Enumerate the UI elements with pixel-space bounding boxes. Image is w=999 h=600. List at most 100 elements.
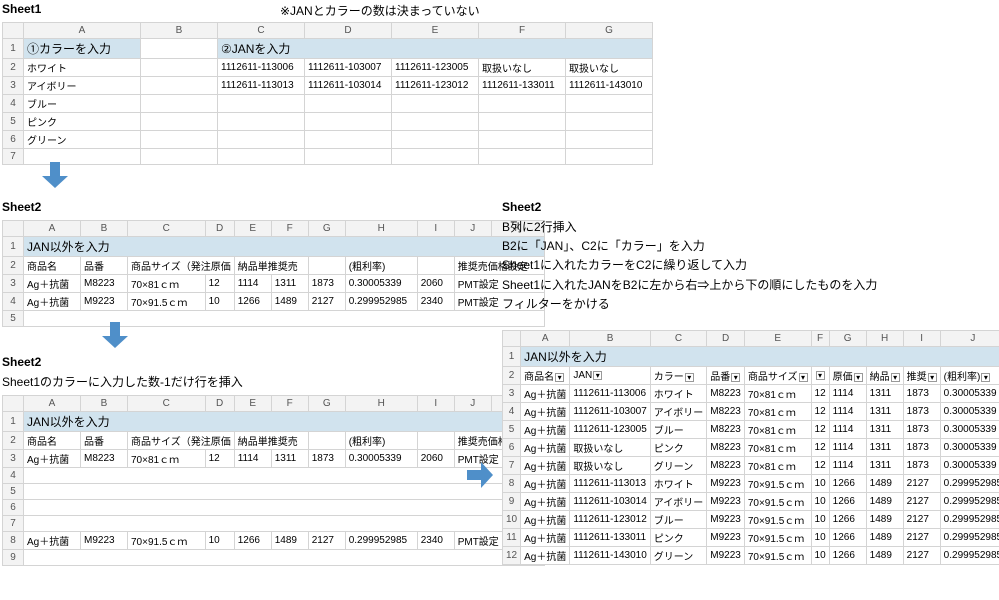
cell[interactable]: ホワイト [650, 475, 707, 493]
cell[interactable]: 12 [811, 385, 829, 403]
filter-header[interactable]: 商品サイズ▾ [744, 367, 811, 385]
cell[interactable]: 取扱いなし [570, 457, 650, 475]
cell[interactable]: 1266 [829, 475, 866, 493]
cell[interactable]: 2127 [903, 511, 940, 529]
cell[interactable]: 10 [811, 475, 829, 493]
cell[interactable]: 70×91.5ｃｍ [744, 547, 811, 565]
s1-h2[interactable]: ②JANを入力 [218, 39, 653, 59]
col-F[interactable]: F [479, 23, 566, 39]
cell[interactable]: 1311 [866, 439, 903, 457]
cell[interactable]: 2127 [903, 547, 940, 565]
cell[interactable]: 1114 [829, 439, 866, 457]
cell[interactable]: 0.30005339 [940, 457, 999, 475]
cell[interactable]: M8223 [707, 457, 745, 475]
cell[interactable]: 1311 [866, 403, 903, 421]
cell[interactable]: 2127 [903, 475, 940, 493]
cell[interactable]: M8223 [707, 385, 745, 403]
cell[interactable]: 70×91.5ｃｍ [744, 511, 811, 529]
cell[interactable]: 1311 [866, 457, 903, 475]
cell[interactable]: 0.299952985 [940, 511, 999, 529]
cell[interactable]: 1266 [829, 511, 866, 529]
cell[interactable]: 0.30005339 [940, 403, 999, 421]
cell[interactable]: 12 [811, 457, 829, 475]
cell[interactable]: 1112611-123012 [570, 511, 650, 529]
cell[interactable]: 70×81ｃｍ [744, 457, 811, 475]
cell[interactable]: 70×81ｃｍ [744, 421, 811, 439]
cell[interactable]: 70×81ｃｍ [744, 439, 811, 457]
cell[interactable]: 2127 [903, 529, 940, 547]
cell[interactable]: 1873 [903, 457, 940, 475]
cell[interactable]: ホワイト [24, 59, 141, 77]
cell[interactable]: 取扱いなし [570, 439, 650, 457]
cell[interactable]: M8223 [707, 403, 745, 421]
cell[interactable]: 10 [811, 511, 829, 529]
cell[interactable]: ブルー [650, 421, 707, 439]
cell[interactable]: 70×91.5ｃｍ [744, 529, 811, 547]
filter-header[interactable]: 商品名▾ [521, 367, 570, 385]
filter-icon[interactable]: ▾ [731, 373, 740, 382]
cell[interactable]: 2127 [903, 493, 940, 511]
filter-header[interactable]: (粗利率)▾ [940, 367, 999, 385]
cell[interactable]: グリーン [650, 547, 707, 565]
cell[interactable]: Ag＋抗菌 [521, 439, 570, 457]
filter-header[interactable]: 原価▾ [829, 367, 866, 385]
cell[interactable]: ピンク [650, 529, 707, 547]
cell[interactable]: 70×91.5ｃｍ [744, 493, 811, 511]
cell[interactable]: 0.30005339 [940, 421, 999, 439]
cell[interactable]: 0.299952985 [940, 493, 999, 511]
cell[interactable]: アイボリー [650, 493, 707, 511]
filter-icon[interactable]: ▾ [891, 373, 900, 382]
cell[interactable]: 1873 [903, 403, 940, 421]
cell[interactable]: ホワイト [650, 385, 707, 403]
cell[interactable]: 1112611-113013 [570, 475, 650, 493]
filter-header[interactable]: 品番▾ [707, 367, 745, 385]
cell[interactable]: 1114 [829, 385, 866, 403]
cell[interactable]: 12 [811, 421, 829, 439]
col-G[interactable]: G [566, 23, 653, 39]
col-A[interactable]: A [24, 23, 141, 39]
filter-icon[interactable]: ▾ [928, 373, 937, 382]
col-B[interactable]: B [141, 23, 218, 39]
cell[interactable]: Ag＋抗菌 [521, 529, 570, 547]
cell[interactable]: ブルー [650, 511, 707, 529]
cell[interactable]: 1489 [866, 493, 903, 511]
cell[interactable]: M8223 [707, 421, 745, 439]
filter-icon[interactable]: ▾ [816, 371, 825, 380]
cell[interactable]: 1311 [866, 385, 903, 403]
cell[interactable]: M9223 [707, 475, 745, 493]
cell[interactable]: M9223 [707, 529, 745, 547]
cell[interactable]: 1112611-133011 [570, 529, 650, 547]
filter-header[interactable]: カラー▾ [650, 367, 707, 385]
filter-icon[interactable]: ▾ [685, 373, 694, 382]
cell[interactable]: M9223 [707, 511, 745, 529]
cell[interactable]: 1112611-143010 [570, 547, 650, 565]
cell[interactable]: 0.299952985 [940, 547, 999, 565]
cell[interactable]: 1112611-103014 [570, 493, 650, 511]
cell[interactable]: 12 [811, 439, 829, 457]
cell[interactable]: 0.30005339 [940, 439, 999, 457]
cell[interactable]: ピンク [650, 439, 707, 457]
cell[interactable]: 70×81ｃｍ [744, 403, 811, 421]
cell[interactable]: 1266 [829, 493, 866, 511]
cell[interactable]: 0.30005339 [940, 385, 999, 403]
cell[interactable]: 10 [811, 529, 829, 547]
cell[interactable]: 10 [811, 547, 829, 565]
cell[interactable]: 1112611-103007 [570, 403, 650, 421]
s1-h1[interactable]: ①カラーを入力 [24, 39, 141, 59]
filter-icon[interactable]: ▾ [799, 373, 808, 382]
cell[interactable]: 1489 [866, 511, 903, 529]
cell[interactable]: 1489 [866, 475, 903, 493]
col-E[interactable]: E [392, 23, 479, 39]
cell[interactable]: 70×91.5ｃｍ [744, 475, 811, 493]
filter-icon[interactable]: ▾ [854, 373, 863, 382]
cell[interactable]: Ag＋抗菌 [521, 511, 570, 529]
cell[interactable]: 0.299952985 [940, 529, 999, 547]
cell[interactable]: 1873 [903, 385, 940, 403]
cell[interactable]: 1112611-113006 [570, 385, 650, 403]
cell[interactable]: 1266 [829, 547, 866, 565]
cell[interactable]: 12 [811, 403, 829, 421]
cell[interactable]: 1311 [866, 421, 903, 439]
filter-icon[interactable]: ▾ [981, 373, 990, 382]
filter-header[interactable]: 推奨▾ [903, 367, 940, 385]
cell[interactable]: Ag＋抗菌 [521, 457, 570, 475]
